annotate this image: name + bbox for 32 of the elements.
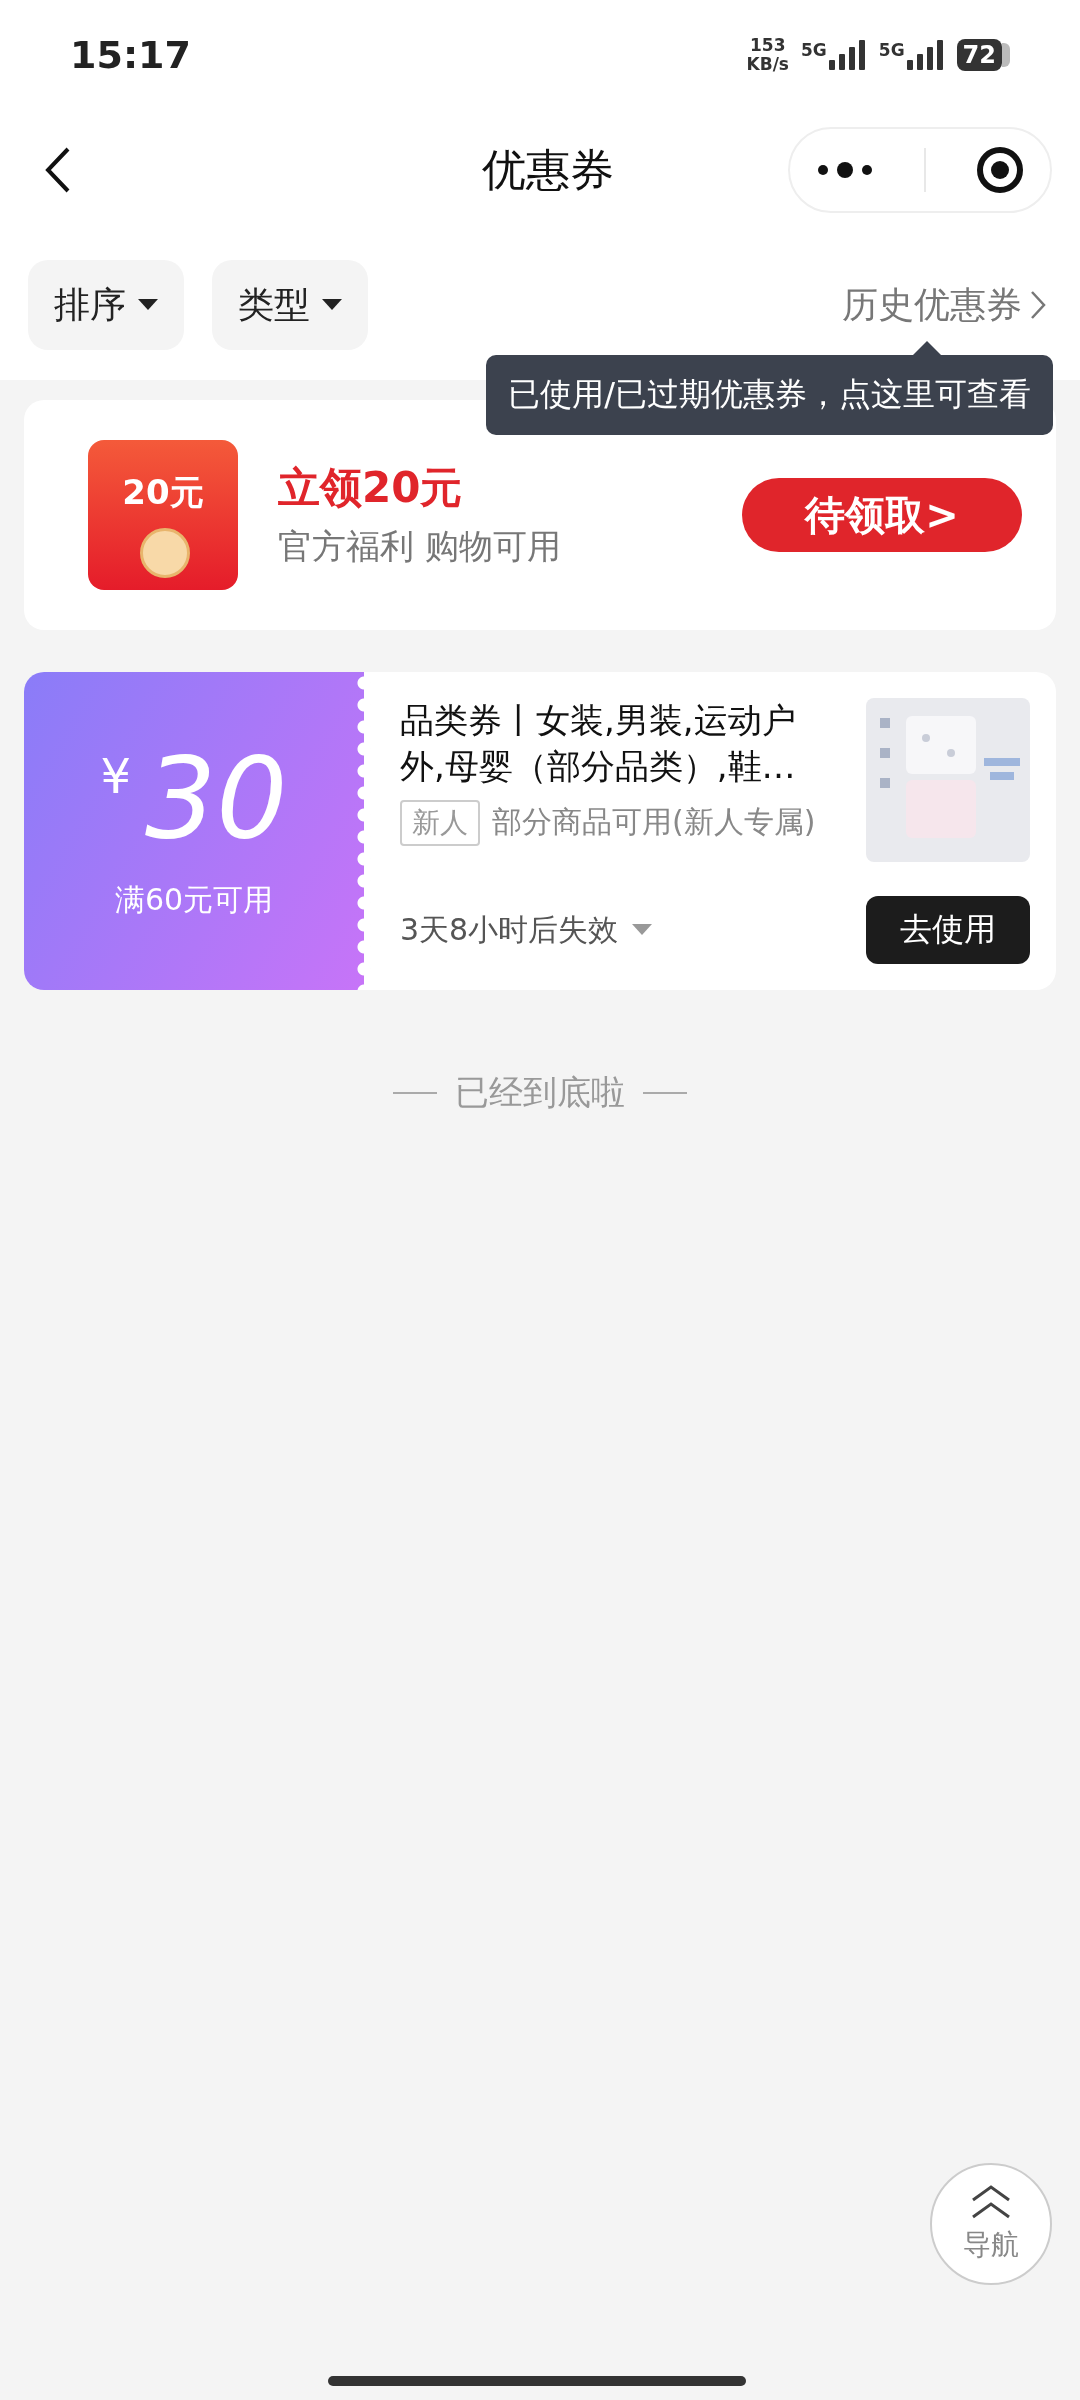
tooltip-pointer bbox=[913, 341, 941, 355]
caret-icon bbox=[138, 299, 158, 311]
navigation-button[interactable]: 导航 bbox=[930, 2163, 1052, 2285]
end-of-list-text: 已经到底啦 bbox=[455, 1071, 625, 1114]
caret-icon[interactable] bbox=[632, 924, 653, 936]
filter-dropdown[interactable]: 排序 bbox=[28, 260, 184, 350]
claim-button[interactable]: 待领取> bbox=[742, 478, 1022, 552]
page-title: 优惠券 bbox=[482, 142, 614, 197]
new-user-tag: 新人 bbox=[400, 799, 480, 846]
coupon-amount: 30 bbox=[145, 741, 288, 854]
close-icon[interactable] bbox=[975, 145, 1026, 195]
coupon-condition: 满60元可用 bbox=[114, 880, 274, 919]
network-speed-unit: KB/s bbox=[746, 55, 789, 74]
caret-icon bbox=[322, 299, 342, 311]
chevron-right-icon bbox=[1030, 290, 1046, 320]
coupon-title: 品类券丨女装,男装,运动户外,母婴（部分品类）,鞋… bbox=[400, 699, 797, 788]
envelope-icon: 20元 bbox=[88, 440, 238, 590]
currency-symbol: ¥ bbox=[100, 747, 131, 804]
filter-dropdown[interactable]: 类型 bbox=[212, 260, 368, 350]
status-time: 15:17 bbox=[70, 33, 191, 77]
expiry-text: 3天8小时后失效 bbox=[400, 910, 619, 949]
network-type: 5G bbox=[878, 40, 905, 60]
promo-subtitle: 官方福利 购物可用 bbox=[278, 525, 561, 568]
network-type: 5G bbox=[801, 40, 827, 60]
signal-icon bbox=[906, 40, 945, 70]
back-icon[interactable] bbox=[44, 146, 72, 194]
use-button[interactable]: 去使用 bbox=[866, 896, 1030, 964]
promo-title: 立领20元 bbox=[278, 462, 464, 514]
signal-icon bbox=[828, 40, 867, 70]
network-speed: 153 bbox=[750, 36, 786, 55]
history-coupons-link[interactable]: 历史优惠券 bbox=[842, 280, 1052, 330]
coupon-scope: 部分商品可用(新人专属) bbox=[492, 803, 816, 842]
